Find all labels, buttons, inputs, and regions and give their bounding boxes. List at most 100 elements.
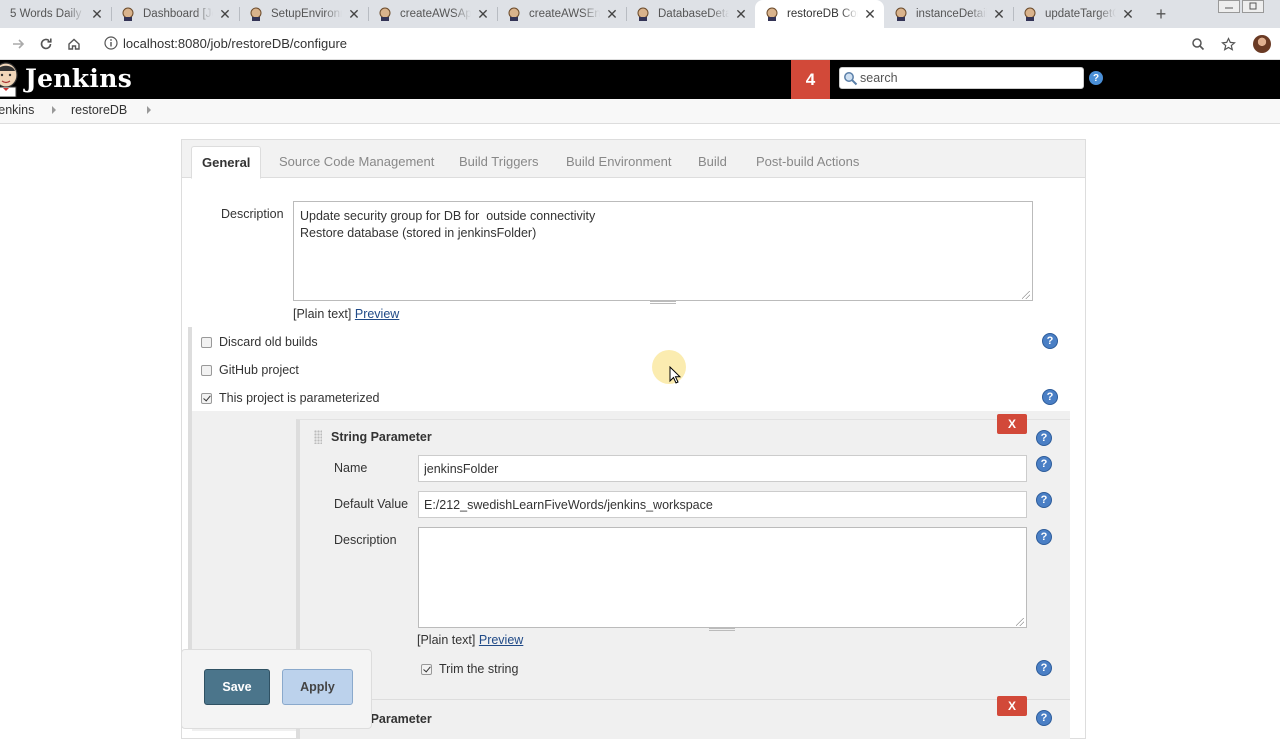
discard-old-builds-checkbox[interactable] bbox=[201, 336, 212, 348]
search-icon bbox=[844, 72, 858, 86]
search-input[interactable] bbox=[860, 68, 1080, 88]
parameterized-checkbox[interactable] bbox=[201, 392, 212, 404]
trim-string-label[interactable]: Trim the string bbox=[439, 662, 518, 676]
github-project-checkbox[interactable] bbox=[201, 364, 212, 376]
info-icon[interactable] bbox=[104, 36, 118, 50]
help-icon[interactable]: ? bbox=[1036, 529, 1052, 545]
tab-post-build-actions[interactable]: Post-build Actions bbox=[756, 154, 859, 169]
tab-build-environment[interactable]: Build Environment bbox=[566, 154, 672, 169]
browser-tab-title: restoreDB Config bbox=[787, 8, 858, 20]
jenkins-favicon-icon bbox=[508, 7, 520, 21]
reload-button[interactable] bbox=[36, 34, 56, 54]
drag-handle-icon[interactable] bbox=[314, 430, 322, 444]
delete-parameter-button[interactable]: X bbox=[997, 414, 1027, 434]
browser-tab[interactable]: createAWSApplication ✕ bbox=[368, 0, 497, 28]
minimize-button[interactable] bbox=[1218, 0, 1240, 14]
tab-close-icon[interactable]: ✕ bbox=[346, 6, 362, 22]
tab-close-icon[interactable]: ✕ bbox=[1120, 6, 1136, 22]
breadcrumb-item-restoredb[interactable]: restoreDB bbox=[71, 103, 127, 117]
jenkins-header: Jenkins 4 Sonia Miglani | log out bbox=[0, 60, 1280, 148]
notification-badge[interactable]: 4 bbox=[791, 60, 830, 99]
jenkins-butler-logo-icon[interactable] bbox=[0, 61, 20, 97]
browser-tab[interactable]: createAWSEnvironment ✕ bbox=[497, 0, 626, 28]
breadcrumb-chevron-icon[interactable] bbox=[147, 106, 151, 114]
plain-text-label: [Plain text] bbox=[417, 633, 476, 647]
description-textarea[interactable] bbox=[293, 201, 1033, 301]
help-icon[interactable]: ? bbox=[1036, 456, 1052, 472]
parameterized-label[interactable]: This project is parameterized bbox=[219, 391, 379, 405]
star-icon bbox=[1220, 36, 1236, 51]
delete-parameter-button[interactable]: X bbox=[997, 696, 1027, 716]
preview-link[interactable]: Preview bbox=[355, 307, 399, 321]
github-project-row: GitHub project bbox=[201, 363, 299, 377]
textarea-resize-grip[interactable] bbox=[709, 628, 735, 631]
browser-tab[interactable]: SetupEnvironment ✕ bbox=[239, 0, 368, 28]
tab-close-icon[interactable]: ✕ bbox=[89, 6, 105, 22]
home-icon bbox=[68, 38, 80, 50]
browser-tab-title: DatabaseDetails bbox=[658, 8, 729, 20]
tab-close-icon[interactable]: ✕ bbox=[733, 6, 749, 22]
tab-build-triggers[interactable]: Build Triggers bbox=[459, 154, 538, 169]
help-icon[interactable]: ? bbox=[1042, 389, 1058, 405]
discard-old-builds-label[interactable]: Discard old builds bbox=[219, 335, 318, 349]
help-icon[interactable]: ? bbox=[1042, 333, 1058, 349]
search-help-icon[interactable]: ? bbox=[1089, 71, 1103, 85]
back-button[interactable] bbox=[8, 34, 28, 54]
jenkins-favicon-icon bbox=[766, 7, 778, 21]
param-name-input[interactable] bbox=[418, 455, 1027, 482]
resize-corner-icon[interactable] bbox=[1022, 291, 1030, 299]
profile-avatar[interactable] bbox=[1253, 35, 1271, 53]
bookmark-button[interactable] bbox=[1218, 34, 1238, 54]
tab-close-icon[interactable]: ✕ bbox=[862, 6, 878, 22]
help-icon[interactable]: ? bbox=[1036, 710, 1052, 726]
param-name-label: Name bbox=[334, 461, 368, 475]
save-button[interactable]: Save bbox=[204, 669, 270, 705]
param-description-format-line: [Plain text] Preview bbox=[417, 633, 523, 647]
breadcrumb-chevron-icon[interactable] bbox=[52, 106, 56, 114]
param-default-value-label: Default Value bbox=[334, 497, 409, 511]
tab-build[interactable]: Build bbox=[698, 154, 727, 169]
apply-button[interactable]: Apply bbox=[282, 669, 353, 705]
user-name-link[interactable]: Sonia Miglani bbox=[1128, 133, 1212, 148]
jenkins-favicon-icon bbox=[1024, 7, 1036, 21]
browser-tab-title: createAWSApplication bbox=[400, 8, 471, 20]
tab-close-icon[interactable]: ✕ bbox=[604, 6, 620, 22]
breadcrumb-item-jenkins[interactable]: Jenkins bbox=[0, 103, 34, 117]
trim-string-checkbox[interactable] bbox=[421, 663, 432, 675]
browser-tab[interactable]: instanceDetails ✕ bbox=[884, 0, 1013, 28]
resize-corner-icon[interactable] bbox=[1016, 618, 1024, 626]
help-icon[interactable]: ? bbox=[1036, 492, 1052, 508]
string-parameter-title: String Parameter bbox=[331, 430, 432, 444]
maximize-button[interactable] bbox=[1242, 0, 1264, 14]
github-project-label[interactable]: GitHub project bbox=[219, 363, 299, 377]
zoom-button[interactable] bbox=[1188, 34, 1208, 54]
jenkins-favicon-icon bbox=[122, 7, 134, 21]
zoom-icon bbox=[1192, 38, 1205, 51]
browser-tab-title: 5 Words Daily bbox=[10, 8, 82, 20]
tab-source-code-management[interactable]: Source Code Management bbox=[279, 154, 434, 169]
browser-tab[interactable]: Dashboard [Jenkins] ✕ bbox=[111, 0, 239, 28]
tab-close-icon[interactable]: ✕ bbox=[991, 6, 1007, 22]
tab-close-icon[interactable]: ✕ bbox=[475, 6, 491, 22]
preview-link[interactable]: Preview bbox=[479, 633, 523, 647]
browser-tab-active[interactable]: restoreDB Config ✕ bbox=[755, 0, 884, 28]
jenkins-favicon-icon bbox=[250, 7, 262, 21]
browser-tab[interactable]: 5 Words Daily ✕ bbox=[0, 0, 111, 28]
param-default-value-input[interactable] bbox=[418, 491, 1027, 518]
home-button[interactable] bbox=[64, 34, 84, 54]
discard-old-builds-row: Discard old builds bbox=[201, 335, 318, 349]
help-icon[interactable]: ? bbox=[1036, 430, 1052, 446]
help-icon[interactable]: ? bbox=[1036, 660, 1052, 676]
config-tabs-bar: General Source Code Management Build Tri… bbox=[182, 140, 1085, 179]
tab-general[interactable]: General bbox=[191, 146, 262, 179]
browser-tab[interactable]: updateTargetGroup ✕ bbox=[1013, 0, 1142, 28]
browser-tab-strip: 5 Words Daily ✕ Dashboard [Jenkins] ✕ Se… bbox=[0, 0, 1280, 28]
logout-link[interactable]: | log out bbox=[1227, 133, 1278, 148]
new-tab-button[interactable]: + bbox=[1150, 3, 1172, 25]
jenkins-title[interactable]: Jenkins bbox=[25, 62, 132, 96]
address-bar-url[interactable]: localhost:8080/job/restoreDB/configure bbox=[123, 36, 347, 51]
browser-tab[interactable]: DatabaseDetails ✕ bbox=[626, 0, 755, 28]
tab-close-icon[interactable]: ✕ bbox=[217, 6, 233, 22]
textarea-resize-grip[interactable] bbox=[650, 301, 676, 304]
param-description-textarea[interactable] bbox=[418, 527, 1027, 628]
